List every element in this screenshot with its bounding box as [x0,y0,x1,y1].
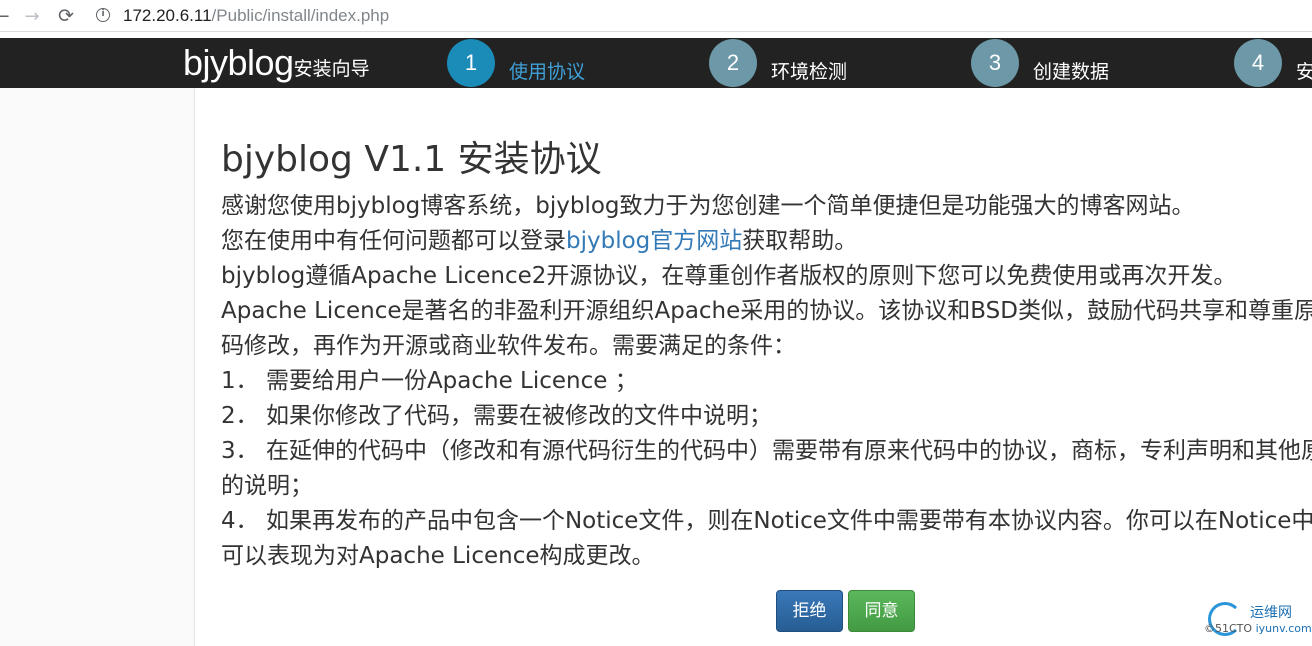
step-label: 使用协议 [509,61,586,83]
watermark: 运维网 ©51CTO iyunv.com [1204,600,1312,646]
agreement-line: 的说明； [221,473,313,499]
step-label: 创建数据 [1033,61,1110,83]
step-label: 安装完成 [1296,61,1312,83]
step-number: 2 [709,39,757,87]
reject-button[interactable]: 拒绝 [776,590,843,632]
url-text[interactable]: 172.20.6.11/Public/install/index.php [123,4,389,28]
step-number: 1 [447,39,495,87]
back-arrow-icon[interactable]: ← [0,4,14,28]
installer-header: bjyblog安装向导 1 使用协议 2 环境检测 3 创建数据 4 安装完成 [0,38,1312,88]
forward-arrow-icon[interactable]: → [20,4,44,28]
agreement-line: 3． 在延伸的代码中（修改和有源代码衍生的代码中）需要带有原来代码中的协议，商标… [221,438,1312,464]
agreement-line: 1． 需要给用户一份Apache Licence ； [221,368,638,394]
watermark-sub-suffix: iyunv.com [1255,622,1312,635]
watermark-sub-prefix: ©51CTO [1204,622,1253,635]
agreement-text: 感谢您使用bjyblog博客系统，bjyblog致力于为您创建一个简单便捷但是功… [221,189,1312,574]
agreement-panel: bjyblog V1.1 安装协议 感谢您使用bjyblog博客系统，bjybl… [221,88,1312,646]
url-path: /Public/install/index.php [211,6,390,25]
agreement-line: Apache Licence是著名的非盈利开源组织Apache采用的协议。该协议… [221,298,1312,324]
browser-toolbar: ← → ⟳ i 172.20.6.11/Public/install/index… [0,0,1312,32]
agreement-line: 4． 如果再发布的产品中包含一个Notice文件，则在Notice文件中需要带有… [221,508,1312,534]
official-site-link[interactable]: bjyblog官方网站 [566,228,742,254]
agreement-line-text: 获取帮助。 [742,228,858,254]
agreement-line: bjyblog遵循Apache Licence2开源协议，在尊重创作者版权的原则… [221,263,1237,289]
agreement-line: 2． 如果你修改了代码，需要在被修改的文件中说明； [221,403,772,429]
agreement-line-text: 您在使用中有任何问题都可以登录 [221,228,566,254]
watermark-title: 运维网 [1250,605,1292,621]
url-host: 172.20.6.11 [123,6,212,25]
address-bar[interactable]: i 172.20.6.11/Public/install/index.php [88,3,1312,29]
page-title: bjyblog V1.1 安装协议 [221,139,602,180]
brand: bjyblog安装向导 [183,42,370,84]
agreement-line: 码修改，再作为开源或商业软件发布。需要满足的条件： [221,333,796,359]
agree-button[interactable]: 同意 [848,590,915,632]
left-sidebar [0,88,195,646]
step-number: 3 [971,39,1019,87]
step-number: 4 [1234,39,1282,87]
agreement-line: 感谢您使用bjyblog博客系统，bjyblog致力于为您创建一个简单便捷但是功… [221,193,1195,219]
brand-name: bjyblog [183,42,294,83]
reload-icon[interactable]: ⟳ [54,4,78,28]
info-icon[interactable]: i [96,8,110,22]
brand-subtitle: 安装向导 [293,58,370,80]
step-label: 环境检测 [771,61,848,83]
agreement-line: 可以表现为对Apache Licence构成更改。 [221,543,655,569]
agreement-line: 您在使用中有任何问题都可以登录bjyblog官方网站获取帮助。 [221,224,1312,259]
watermark-subtitle: ©51CTO iyunv.com [1204,622,1312,635]
